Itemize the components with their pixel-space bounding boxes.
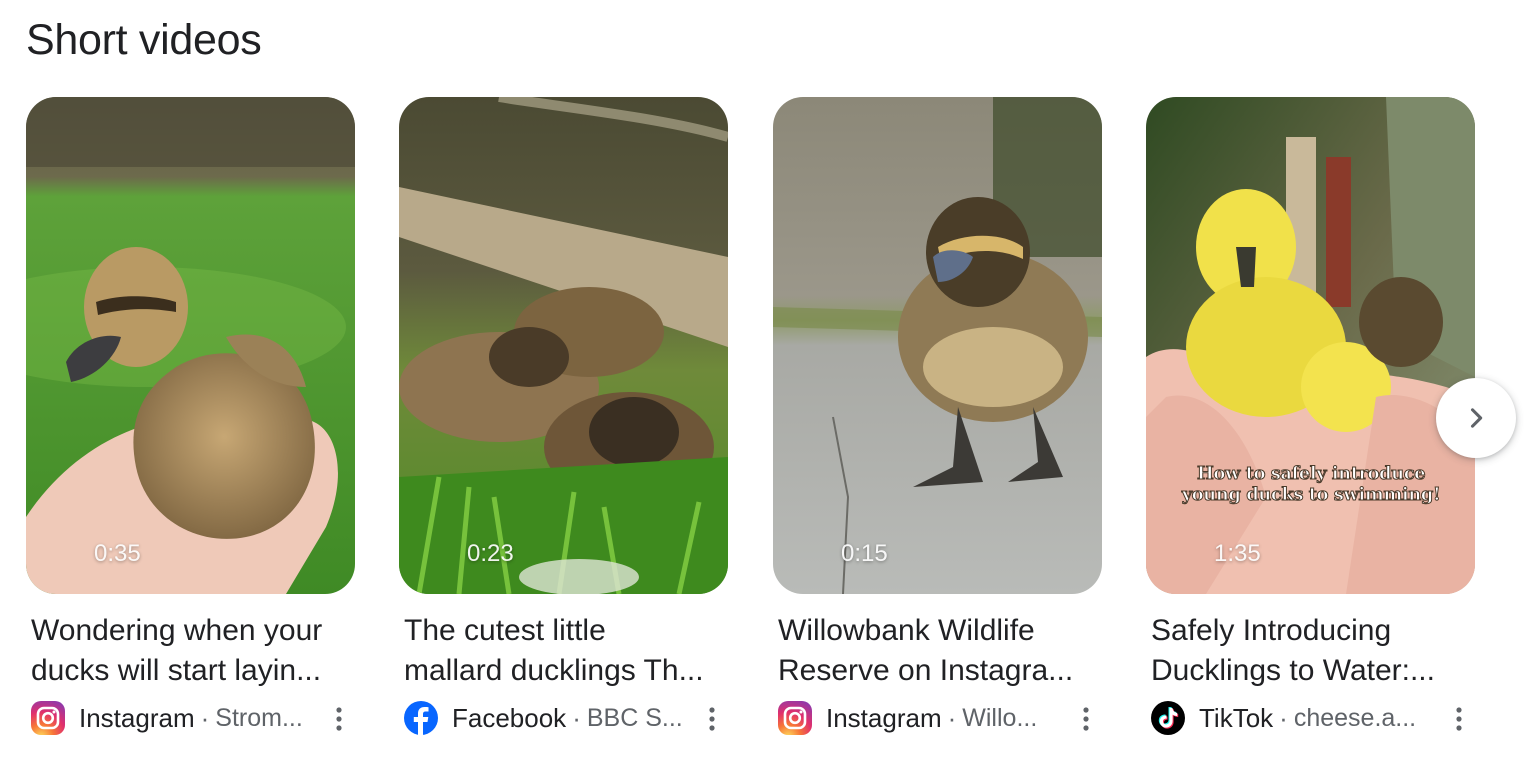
separator-dot: · — [1279, 702, 1288, 733]
separator-dot: · — [947, 702, 957, 733]
video-title-line: Wondering when your — [31, 614, 323, 647]
video-duration: 0:35 — [94, 540, 141, 567]
video-thumbnail[interactable]: 0:35 — [26, 97, 355, 594]
video-card[interactable]: How to safely introduce young ducks to s… — [1146, 97, 1475, 738]
more-options-icon[interactable] — [700, 704, 724, 734]
source-name: Facebook — [452, 702, 567, 733]
video-overlay-caption: How to safely introduce young ducks to s… — [1181, 463, 1441, 506]
video-card[interactable]: 0:35 Wondering when your ducks will star… — [26, 97, 355, 738]
video-title[interactable]: The cutest little mallard ducklings Th..… — [399, 611, 724, 691]
video-title[interactable]: Wondering when your ducks will start lay… — [26, 611, 351, 691]
video-source-row: Instagram · Willo... — [773, 698, 1102, 738]
facebook-icon — [404, 701, 438, 735]
source-author: cheese.a... — [1293, 703, 1417, 732]
tiktok-icon — [1151, 701, 1185, 735]
ducklings-in-hands-image — [1146, 97, 1475, 594]
video-title-line: Safely Introducing — [1151, 614, 1392, 647]
video-source-row: TikTok · cheese.a... — [1146, 698, 1475, 738]
instagram-icon — [31, 701, 65, 735]
source-name: TikTok — [1199, 702, 1274, 733]
duckling-in-hand-image — [26, 97, 355, 594]
more-options-icon[interactable] — [327, 704, 351, 734]
video-card[interactable]: 0:15 Willowbank Wildlife Reserve on Inst… — [773, 97, 1102, 738]
section-title: Short videos — [26, 16, 262, 64]
video-title[interactable]: Willowbank Wildlife Reserve on Instagra.… — [773, 611, 1098, 691]
separator-dot: · — [572, 702, 581, 733]
video-thumbnail[interactable]: 0:23 — [399, 97, 728, 594]
ducklings-in-grass-image — [399, 97, 728, 594]
video-duration: 0:23 — [467, 540, 514, 567]
video-duration: 0:15 — [841, 540, 888, 567]
video-title-line: Willowbank Wildlife — [778, 614, 1035, 647]
video-source-row: Instagram · Strom... — [26, 698, 355, 738]
video-duration: 1:35 — [1214, 540, 1261, 567]
source-name: Instagram — [826, 702, 942, 733]
instagram-icon — [778, 701, 812, 735]
source-author: Willo... — [962, 703, 1038, 732]
more-options-icon[interactable] — [1447, 704, 1471, 734]
video-thumbnail[interactable]: 0:15 — [773, 97, 1102, 594]
video-source-row: Facebook · BBC S... — [399, 698, 728, 738]
video-title-line: mallard ducklings Th... — [404, 654, 704, 687]
short-videos-page: Short videos 0:35 Wondering when your du… — [0, 0, 1528, 774]
video-title-line: The cutest little — [404, 614, 606, 647]
video-title-line: Reserve on Instagra... — [778, 654, 1074, 687]
chevron-right-icon — [1470, 408, 1483, 428]
source-author: BBC S... — [586, 703, 683, 732]
source-author: Strom... — [215, 703, 303, 732]
separator-dot: · — [200, 702, 210, 733]
source-name: Instagram — [79, 702, 195, 733]
video-title[interactable]: Safely Introducing Ducklings to Water:..… — [1146, 611, 1471, 691]
carousel-next-button[interactable] — [1436, 378, 1516, 458]
video-title-line: ducks will start layin... — [31, 654, 322, 687]
more-options-icon[interactable] — [1074, 704, 1098, 734]
video-thumbnail[interactable]: How to safely introduce young ducks to s… — [1146, 97, 1475, 594]
duckling-on-path-image — [773, 97, 1102, 594]
video-card[interactable]: 0:23 The cutest little mallard ducklings… — [399, 97, 728, 738]
video-title-line: Ducklings to Water:... — [1151, 654, 1435, 687]
